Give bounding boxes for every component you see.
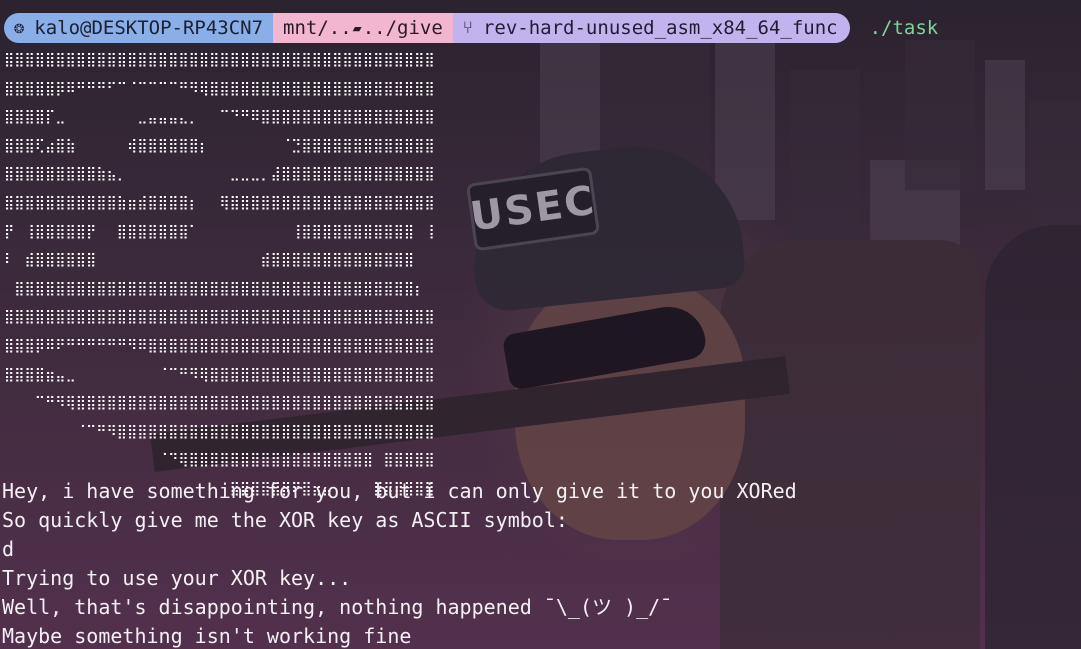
output-line-not-working: Maybe something isn't working fine [2, 624, 412, 648]
ascii-art-row: ⣿⣿⣿⣿⣿⣿⣿⣿⣿⣿⣿⣷⣶⣾⣿⣿⣿⣿⡆⠀⠀⢿⣿⣿⣿⣿⣿⣿⣿⣿⣿⣿⣿⣿⣿⣿⣿⣿⣿⣿… [4, 194, 435, 211]
ascii-art-row: ⠇⠀⣾⣿⣿⣿⣿⣿⣿⠀⠀⠀⠀⠀⠀⠀⠀⠀⠀⠀⠀⠀⠀⠀⠀⣾⣿⣿⣿⣿⣿⣿⣿⣿⣿⣿⣿⣿⣿⣿… [4, 252, 435, 269]
prompt-branch: rev-hard-unused_asm_x84_64_func [482, 17, 838, 39]
output-line-trying: Trying to use your XOR key... [2, 566, 352, 590]
prompt-path-segment: mnt/.. ▰ ../give [273, 13, 455, 43]
ascii-art-row: ⣿⣿⣿⣿⣿⣿⣿⣿⣿⣿⣿⣿⣿⣿⣿⣿⣿⣿⣿⣿⣿⣿⣿⣿⣿⣿⣿⣿⣿⣿⣿⣿⣿⣿⣿⣿⣿⣿⣿⣿… [4, 52, 435, 68]
prompt-path-end: ../give [362, 17, 443, 39]
ascii-art-row: ⠀⠀⠀⠀⠀⠀⠀⠈⠉⠛⠻⣿⣿⣿⣿⣿⣿⣿⣿⣿⣿⣿⣿⣿⣿⣿⣿⣿⣿⣿⣿⣿⣿⣿⣿⣿⣿⣿⣿⣿… [4, 423, 435, 440]
output-line-user-input: d [2, 537, 15, 561]
prompt-path-start: mnt/.. [283, 17, 352, 39]
ascii-art-row: ⣿⣿⣿⢏⣴⣿⣷⠀⠀⠀⠀⠀⢾⣿⣿⣿⣿⣿⣿⡆⠀⠀⠀⠀⠀⠀⠀⠈⣙⣿⣿⣿⣿⣿⣿⣿⣿⣿⣿⣿… [4, 137, 435, 154]
ascii-art-row: ⣿⣿⣿⣿⡏⣀⠀⠀⠀⠀⠀⠀⠀⣀⣤⣤⣤⣄⡀⠀⠀⠉⠙⠛⠿⣿⣿⣿⣿⣿⣿⣿⣿⣿⣿⣿⣿⣿⣿⣿… [4, 109, 435, 126]
ascii-art-row: ⣿⣿⣿⣿⣿⡿⠿⠛⠛⠛⠋⠉⠈⠉⠉⠉⠉⠛⠻⢿⣿⣿⣿⣿⣿⣿⣿⣿⣿⣿⣿⣿⣿⣿⣿⣿⣿⣿⣿⣿… [4, 80, 435, 97]
output-line-greeting: Hey, i have something for you, but i can… [2, 479, 797, 503]
ascii-art-row: ⣿⣿⣿⡿⠿⠟⠛⠛⠛⠛⠛⠛⠻⠿⣿⣿⣿⣿⣿⣿⣿⣿⣿⣿⣿⣿⣿⣿⣿⣿⣿⣿⣿⣿⣿⣿⣿⣿⣿⣿… [4, 337, 435, 354]
ascii-art-row: ⠀⣿⣿⣿⣿⣿⣿⣿⣿⣿⣿⣿⣿⣿⣿⣿⣿⣿⣿⣿⣿⣿⣿⣿⣿⣿⣿⣿⣿⣿⣿⣿⣿⣿⣿⣿⣿⣿⣿⣿… [4, 280, 435, 297]
ascii-art-row: ⠀⠀⠀⠉⠛⠻⢿⣿⣿⣿⣿⣿⣿⣿⣿⣿⣿⣿⣿⣿⣿⣿⣿⣿⣿⣿⣿⣿⣿⣿⣿⣿⣿⣿⣿⣿⣿⣿⣿⣿… [4, 395, 435, 412]
ascii-art-row: ⡟⠀⢸⣿⣿⣿⣿⣿⡟⠀⠀⣿⣿⣿⣿⣿⣿⣿⠁⠀⠀⠀⠀⠀⠀⠀⠀⠀⢸⣿⣿⣿⣿⣿⣿⣿⣿⣿⣿⣿… [4, 223, 435, 240]
output-line-disappointing: Well, that's disappointing, nothing happ… [2, 595, 673, 619]
ascii-art-row: ⣿⣿⣿⣿⣿⣿⣿⣿⣿⣷⣦⡀⠀⠀⠀⠀⠀⠀⠀⠀⠀⠀⣀⣀⣀⡀⣼⣿⣿⣿⣿⣿⣿⣿⣿⣿⣿⣿⣿⣿… [4, 166, 435, 183]
ascii-art-row: ⣿⣿⣿⣿⣶⣤⣀⠀⠀⠀⠀⠀⠀⠀⠀⠈⠉⠛⠻⢿⣿⣿⣿⣿⣿⣿⣿⣿⣿⣿⣿⣿⣿⣿⣿⣿⣿⣿⣿⣿… [4, 366, 435, 383]
git-branch-icon: ⑂ [462, 18, 473, 38]
program-output: Hey, i have something for you, but i can… [2, 477, 797, 649]
prompt-branch-segment: ⑂ rev-hard-unused_asm_x84_64_func [452, 13, 850, 43]
ascii-art: ⣿⣿⣿⣿⣿⣿⣿⣿⣿⣿⣿⣿⣿⣿⣿⣿⣿⣿⣿⣿⣿⣿⣿⣿⣿⣿⣿⣿⣿⣿⣿⣿⣿⣿⣿⣿⣿⣿⣿⣿… [4, 46, 435, 504]
ascii-art-row: ⣿⣿⣿⣿⣿⣿⣿⣿⣿⣿⣿⣿⣿⣿⣿⣿⣿⣿⣿⣿⣿⣿⣿⣿⣿⣿⣿⣿⣿⣿⣿⣿⣿⣿⣿⣿⣿⣿⣿⣿… [4, 309, 435, 326]
os-logo-icon: ❂ [14, 18, 25, 38]
typed-command: ./task [869, 17, 939, 39]
output-line-key-request: So quickly give me the XOR key as ASCII … [2, 508, 568, 532]
ascii-art-row: ⠀⠀⠀⠀⠀⠀⠀⠀⠀⠀⠀⠀⠀⠀⠀⠈⠙⢿⣿⣿⣿⣿⣿⣿⣿⣿⣿⣿⣿⣿⣿⣿⣿⣿⣿⣿⠀⣿⣿⣿… [4, 452, 435, 469]
shell-prompt: ❂ kalo@DESKTOP-RP43CN7 mnt/.. ▰ ../give … [4, 13, 938, 43]
terminal-window[interactable]: USEC ❂ kalo@DESKTOP-RP43CN7 mnt/.. ▰ ../… [0, 0, 1081, 649]
prompt-user: kalo@DESKTOP-RP43CN7 [34, 17, 264, 39]
folder-icon: ▰ [352, 19, 362, 37]
prompt-user-segment: ❂ kalo@DESKTOP-RP43CN7 [4, 13, 276, 43]
